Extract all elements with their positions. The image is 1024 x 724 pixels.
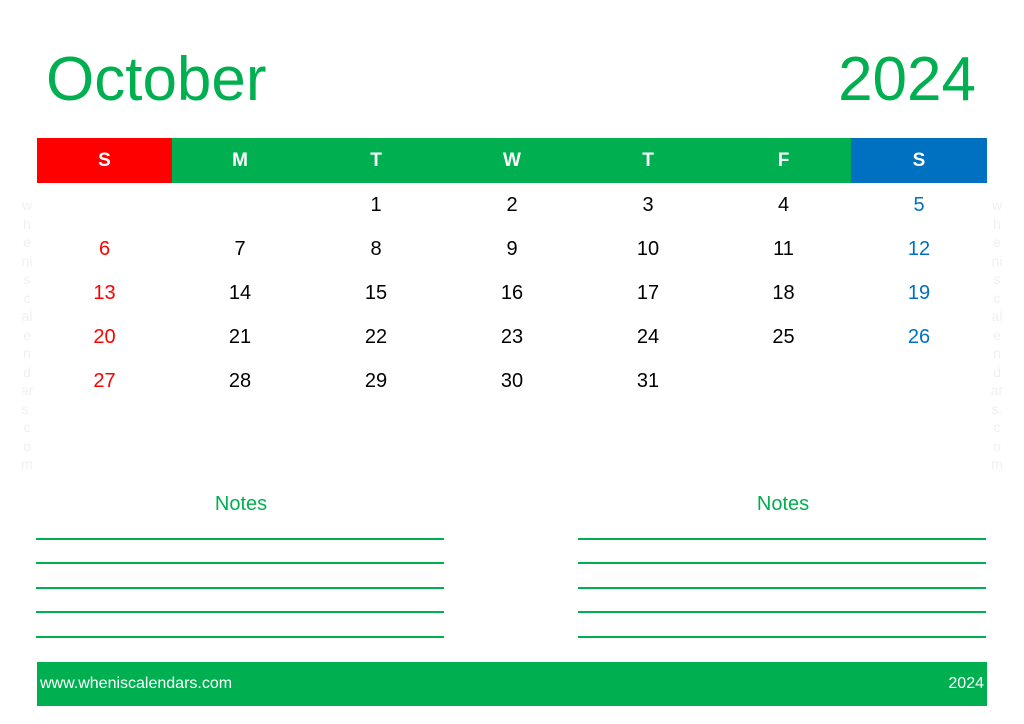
notes-title-right: Notes [756,493,810,515]
notes-title-left: Notes [214,493,268,515]
year-title: 2024 [838,45,976,114]
day-cell: 20 [93,326,116,348]
day-cell: 27 [93,370,116,392]
watermark-fragment: d [993,363,1001,380]
day-cell: 4 [777,194,790,216]
week-row: 13 14 15 16 17 18 19 [37,271,987,315]
empty-day-cell [172,183,308,227]
week-row: 1 2 3 4 5 [37,183,987,227]
day-cell: 22 [364,326,388,348]
watermark-fragment: m [991,456,1003,472]
watermark-fragment: d [23,363,31,380]
note-line [578,636,986,638]
calendar-grid: 1 2 3 4 5 6 7 8 9 10 11 12 13 14 15 16 17 18 19 20 21 22 23 24 2… [37,183,987,403]
watermark-right: w h e ni s c al e n d ar s. c o m [987,196,1007,474]
watermark-fragment: w [21,197,33,213]
note-line [578,538,986,540]
note-line [578,611,986,613]
week-row: 20 21 22 23 24 25 26 [37,315,987,359]
day-cell: 30 [500,370,524,392]
watermark-fragment: ni [21,252,33,269]
watermark-fragment: s. [21,400,33,417]
day-cell: 7 [234,238,246,260]
watermark-fragment: c [23,289,31,306]
footer-year: 2024 [948,675,984,692]
watermark-fragment: o [993,437,1001,454]
day-cell: 15 [364,282,388,304]
watermark-fragment: al [21,308,33,324]
day-cell: 24 [636,326,660,348]
empty-day-cell [851,359,987,403]
day-cell: 1 [370,194,382,216]
day-cell: 17 [636,282,660,304]
day-cell: 21 [228,326,252,348]
watermark-fragment: al [991,308,1003,324]
day-cell: 29 [364,370,388,392]
day-cell: 5 [913,194,925,216]
weekday-header-bar: SMTWTFS [37,138,987,183]
watermark-fragment: ar [20,382,34,398]
day-cell: 14 [228,282,252,304]
day-cell: 11 [773,238,794,260]
day-cell: 26 [907,326,931,348]
watermark-fragment: c [993,419,1001,435]
day-cell: 8 [370,238,382,260]
watermark-fragment: s. [991,400,1003,417]
weekday-header-2: T [308,138,444,183]
weekday-header-6: S [851,138,987,183]
watermark-fragment: n [993,345,1001,361]
weekday-header-1: M [172,138,308,183]
footer-bar: www.wheniscalendars.com 2024 [37,662,987,706]
day-cell: 19 [907,282,931,304]
note-line [36,538,444,540]
weekday-header-0: S [37,138,172,183]
watermark-fragment: o [23,437,31,454]
day-cell: 16 [500,282,524,304]
watermark-fragment: ni [991,252,1003,269]
watermark-fragment: s [993,271,1001,287]
weekday-header-5: F [716,138,851,183]
day-cell: 31 [636,370,660,392]
watermark-fragment: c [23,419,31,435]
watermark-fragment: e [993,234,1001,250]
empty-day-cell [37,183,172,227]
watermark-fragment: c [993,289,1001,306]
weekday-header-4: T [580,138,716,183]
weekday-header-3: W [444,138,580,183]
note-line [36,562,444,564]
day-cell: 18 [772,282,795,304]
watermark-fragment: m [21,456,33,472]
day-cell: 28 [228,370,252,392]
day-cell: 10 [636,238,660,260]
week-row: 27 28 29 30 31 [37,359,987,403]
day-cell: 2 [506,194,518,216]
note-line [36,587,444,589]
day-cell: 3 [642,194,654,216]
day-cell: 6 [98,238,111,260]
note-line [36,636,444,638]
note-line [578,562,986,564]
day-cell: 9 [506,238,518,260]
watermark-fragment: h [23,215,31,232]
day-cell: 12 [907,238,931,260]
day-cell: 25 [772,326,795,348]
watermark-left: w h e ni s c al e n d ar s. c o m [17,196,37,474]
note-line [578,587,986,589]
week-row: 6 7 8 9 10 11 12 [37,227,987,271]
watermark-fragment: h [993,215,1001,232]
watermark-fragment: e [23,234,31,250]
month-title: October [46,45,267,114]
watermark-fragment: s [23,271,31,287]
empty-day-cell [716,359,851,403]
note-line [36,611,444,613]
footer-url[interactable]: www.wheniscalendars.com [40,662,232,706]
day-cell: 23 [500,326,524,348]
watermark-fragment: w [991,197,1003,213]
watermark-fragment: e [23,326,31,343]
watermark-fragment: ar [990,382,1004,398]
day-cell: 13 [93,282,116,304]
watermark-fragment: e [993,326,1001,343]
watermark-fragment: n [23,345,31,361]
